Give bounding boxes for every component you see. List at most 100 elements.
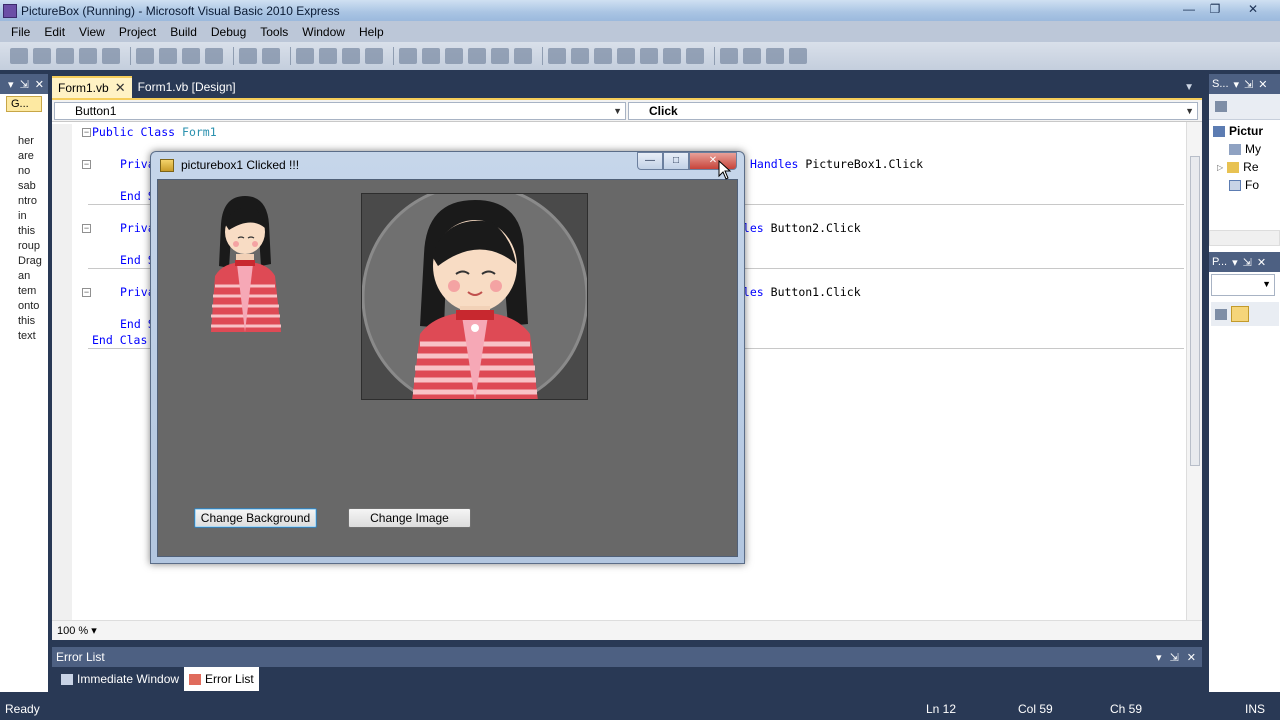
error-list-icon[interactable]: [663, 48, 681, 64]
solution-explorer-icon[interactable]: [548, 48, 566, 64]
menu-tools[interactable]: Tools: [253, 25, 295, 39]
solution-tree-project[interactable]: Pictur: [1213, 122, 1280, 140]
customize-icon[interactable]: [766, 48, 784, 64]
dropdown-icon[interactable]: ▾: [8, 78, 14, 91]
properties-object-dropdown[interactable]: ▼: [1211, 274, 1275, 296]
collapse-class-icon[interactable]: −: [82, 128, 91, 137]
toolbox-general-tab[interactable]: G...: [6, 96, 42, 112]
start-page-icon[interactable]: [720, 48, 738, 64]
solution-tree-form1[interactable]: Fo: [1213, 176, 1280, 194]
stop-icon[interactable]: [445, 48, 463, 64]
scrollbar-thumb[interactable]: [1190, 156, 1200, 466]
step-into-icon[interactable]: [468, 48, 486, 64]
immediate-window-icon[interactable]: [686, 48, 704, 64]
new-project-icon[interactable]: [10, 48, 28, 64]
toolbox-icon[interactable]: [617, 48, 635, 64]
close-icon[interactable]: ✕: [1187, 651, 1196, 664]
minimize-button[interactable]: —: [1176, 1, 1202, 18]
navigate-forward-icon[interactable]: [365, 48, 383, 64]
add-item-icon[interactable]: [56, 48, 74, 64]
build-icon[interactable]: [789, 48, 807, 64]
tab-error-list[interactable]: Error List: [184, 667, 259, 691]
close-tab-icon[interactable]: ✕: [115, 80, 126, 96]
comment-icon[interactable]: [239, 48, 257, 64]
close-icon[interactable]: ✕: [1257, 256, 1266, 269]
cut-icon[interactable]: [136, 48, 154, 64]
redo-icon[interactable]: [319, 48, 337, 64]
undo-icon[interactable]: [296, 48, 314, 64]
toolbox-help-text: her are no sab ntro in this roup Drag an tem o…: [18, 135, 42, 342]
step-over-icon[interactable]: [491, 48, 509, 64]
solution-explorer-toolbar: [1209, 94, 1280, 120]
close-icon[interactable]: ✕: [1258, 78, 1267, 91]
properties-icon[interactable]: [1215, 101, 1227, 112]
find-icon[interactable]: [205, 48, 223, 64]
close-icon[interactable]: ✕: [35, 78, 44, 91]
status-line: Ln 12: [926, 702, 957, 716]
menu-help[interactable]: Help: [352, 25, 391, 39]
zoom-level[interactable]: 100 % ▾: [57, 624, 97, 637]
solution-tree-my-project[interactable]: My: [1213, 140, 1280, 158]
dropdown-icon[interactable]: ▾: [1234, 78, 1240, 91]
collapse-method-icon[interactable]: −: [82, 224, 91, 233]
my-project-icon: [1229, 143, 1241, 155]
tab-immediate-window[interactable]: Immediate Window: [56, 667, 184, 691]
change-background-button[interactable]: Change Background: [194, 508, 317, 528]
save-icon[interactable]: [79, 48, 97, 64]
pin-icon[interactable]: ⇲: [1170, 651, 1179, 664]
solution-hscroll[interactable]: [1209, 230, 1280, 246]
form-minimize-button[interactable]: —: [637, 152, 663, 170]
error-list-icon: [189, 673, 202, 685]
menu-project[interactable]: Project: [112, 25, 163, 39]
toolbox-pane: ▾ ⇲ ✕ G... her are no sab ntro in this roup …: [0, 74, 50, 692]
alphabetical-sort-icon[interactable]: [1231, 306, 1249, 322]
toolbox-header: ▾ ⇲ ✕: [0, 74, 48, 94]
properties-icon[interactable]: [571, 48, 589, 64]
running-form-window[interactable]: picturebox1 Clicked !!! — □ ✕ Change Bac…: [150, 151, 745, 564]
pause-icon[interactable]: [422, 48, 440, 64]
database-explorer-icon[interactable]: [640, 48, 658, 64]
menu-file[interactable]: File: [4, 25, 37, 39]
categorized-icon[interactable]: [1215, 308, 1227, 320]
save-all-icon[interactable]: [102, 48, 120, 64]
tab-list-dropdown-icon[interactable]: ▼: [1176, 82, 1202, 98]
navigate-icon[interactable]: [342, 48, 360, 64]
open-file-icon[interactable]: [33, 48, 51, 64]
menu-edit[interactable]: Edit: [37, 25, 72, 39]
start-debug-icon[interactable]: [399, 48, 417, 64]
vertical-scrollbar[interactable]: [1186, 122, 1202, 622]
menu-build[interactable]: Build: [163, 25, 204, 39]
pin-icon[interactable]: ⇲: [20, 78, 29, 91]
close-button[interactable]: ✕: [1240, 1, 1266, 18]
editor-navigation-bar: Button1 ▼ Click ▼: [52, 100, 1202, 122]
collapse-method-icon[interactable]: −: [82, 288, 91, 297]
collapse-method-icon[interactable]: −: [82, 160, 91, 169]
dropdown-icon[interactable]: ▾: [1232, 256, 1238, 269]
dropdown-icon[interactable]: ▾: [1156, 651, 1162, 664]
form-maximize-button[interactable]: □: [663, 152, 689, 170]
event-dropdown[interactable]: Click ▼: [628, 102, 1198, 120]
restore-button[interactable]: ❐: [1202, 1, 1228, 18]
editor-bottom-bar: 100 % ▾: [52, 620, 1202, 640]
picturebox1[interactable]: [203, 194, 288, 334]
paste-icon[interactable]: [182, 48, 200, 64]
toolbar-separator: [393, 47, 394, 65]
extension-manager-icon[interactable]: [743, 48, 761, 64]
menu-view[interactable]: View: [72, 25, 112, 39]
change-image-button[interactable]: Change Image: [348, 508, 471, 528]
tab-form1-vb[interactable]: Form1.vb ✕: [52, 76, 132, 98]
pin-icon[interactable]: ⇲: [1243, 256, 1252, 269]
copy-icon[interactable]: [159, 48, 177, 64]
solution-tree-references[interactable]: ▷ Re: [1213, 158, 1280, 176]
step-out-icon[interactable]: [514, 48, 532, 64]
uncomment-icon[interactable]: [262, 48, 280, 64]
toolbar-separator: [233, 47, 234, 65]
object-browser-icon[interactable]: [594, 48, 612, 64]
picturebox2[interactable]: [361, 193, 588, 400]
tab-form1-design[interactable]: Form1.vb [Design]: [132, 76, 242, 98]
menu-window[interactable]: Window: [295, 25, 352, 39]
pin-icon[interactable]: ⇲: [1244, 78, 1253, 91]
object-dropdown[interactable]: Button1 ▼: [54, 102, 626, 120]
error-list-pane: Error List ▾ ⇲ ✕ Immediate Window Error …: [52, 647, 1202, 692]
menu-debug[interactable]: Debug: [204, 25, 253, 39]
